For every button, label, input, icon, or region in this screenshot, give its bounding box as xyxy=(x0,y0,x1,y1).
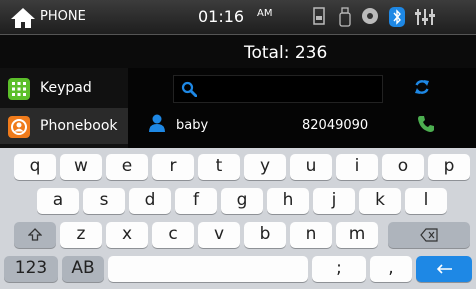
shift-icon xyxy=(27,228,43,241)
bluetooth-icon xyxy=(389,7,405,27)
sidebar-item-phonebook[interactable]: Phonebook xyxy=(0,108,128,144)
contact-total: Total: 236 xyxy=(244,43,328,63)
enter-icon xyxy=(436,264,452,274)
backspace-key[interactable] xyxy=(388,222,470,248)
key-e[interactable]: e xyxy=(106,154,148,180)
equalizer-icon[interactable] xyxy=(415,7,435,27)
key-n[interactable]: n xyxy=(290,222,332,248)
total-header: Total: 236 xyxy=(0,35,476,68)
key-d[interactable]: d xyxy=(129,188,171,214)
status-bar: PHONE 01:16 AM xyxy=(0,0,476,35)
refresh-icon[interactable] xyxy=(413,78,431,96)
key-j[interactable]: j xyxy=(313,188,355,214)
key-l[interactable]: l xyxy=(405,188,447,214)
key-r[interactable]: r xyxy=(152,154,194,180)
sidebar-item-keypad[interactable]: Keypad xyxy=(0,70,128,106)
am-pm: AM xyxy=(257,8,273,19)
enter-key[interactable] xyxy=(416,256,472,282)
contact-number: 82049090 xyxy=(302,118,369,133)
sidebar-item-label: Phonebook xyxy=(40,118,118,134)
space-key[interactable] xyxy=(108,256,308,282)
key-s[interactable]: s xyxy=(83,188,125,214)
key-g[interactable]: g xyxy=(221,188,263,214)
backspace-icon xyxy=(420,228,438,242)
key-o[interactable]: o xyxy=(382,154,424,180)
key-b[interactable]: b xyxy=(244,222,286,248)
search-icon xyxy=(181,81,197,97)
clock: 01:16 xyxy=(198,7,245,26)
key-v[interactable]: v xyxy=(198,222,240,248)
person-icon xyxy=(149,114,165,132)
key-a[interactable]: a xyxy=(37,188,79,214)
key-w[interactable]: w xyxy=(60,154,102,180)
key-m[interactable]: m xyxy=(336,222,378,248)
contact-name: baby xyxy=(176,118,209,133)
key-y[interactable]: y xyxy=(244,154,286,180)
search-input[interactable] xyxy=(173,75,383,103)
contact-row[interactable]: baby 82049090 xyxy=(128,110,476,142)
sidebar: Keypad Phonebook xyxy=(0,68,128,148)
key-k[interactable]: k xyxy=(359,188,401,214)
app-title: PHONE xyxy=(40,9,86,24)
call-icon[interactable] xyxy=(416,114,436,134)
key-x[interactable]: x xyxy=(106,222,148,248)
keypad-icon xyxy=(8,78,30,100)
phonebook-panel: baby 82049090 xyxy=(128,68,476,148)
key-p[interactable]: p xyxy=(428,154,470,180)
phonebook-icon xyxy=(8,116,30,138)
sidebar-item-label: Keypad xyxy=(40,80,92,96)
phone-screen: PHONE 01:16 AM Total: 236 Keypad Phonebo… xyxy=(0,0,476,289)
key-z[interactable]: z xyxy=(60,222,102,248)
key-u[interactable]: u xyxy=(290,154,332,180)
key-c[interactable]: c xyxy=(152,222,194,248)
numbers-key[interactable]: 123 xyxy=(4,256,58,282)
home-icon[interactable] xyxy=(10,6,36,30)
key-f[interactable]: f xyxy=(175,188,217,214)
sd-card-icon xyxy=(313,7,325,25)
key-semicolon[interactable]: ; xyxy=(312,256,366,282)
key-q[interactable]: q xyxy=(14,154,56,180)
shift-key[interactable] xyxy=(14,222,56,248)
usb-icon xyxy=(339,7,351,27)
ab-key[interactable]: AB xyxy=(62,256,104,282)
key-comma[interactable]: , xyxy=(370,256,412,282)
onscreen-keyboard: q w e r t y u i o p a s d f g h j k l z … xyxy=(0,148,476,289)
key-i[interactable]: i xyxy=(336,154,378,180)
key-h[interactable]: h xyxy=(267,188,309,214)
key-t[interactable]: t xyxy=(198,154,240,180)
disc-icon xyxy=(362,8,378,24)
